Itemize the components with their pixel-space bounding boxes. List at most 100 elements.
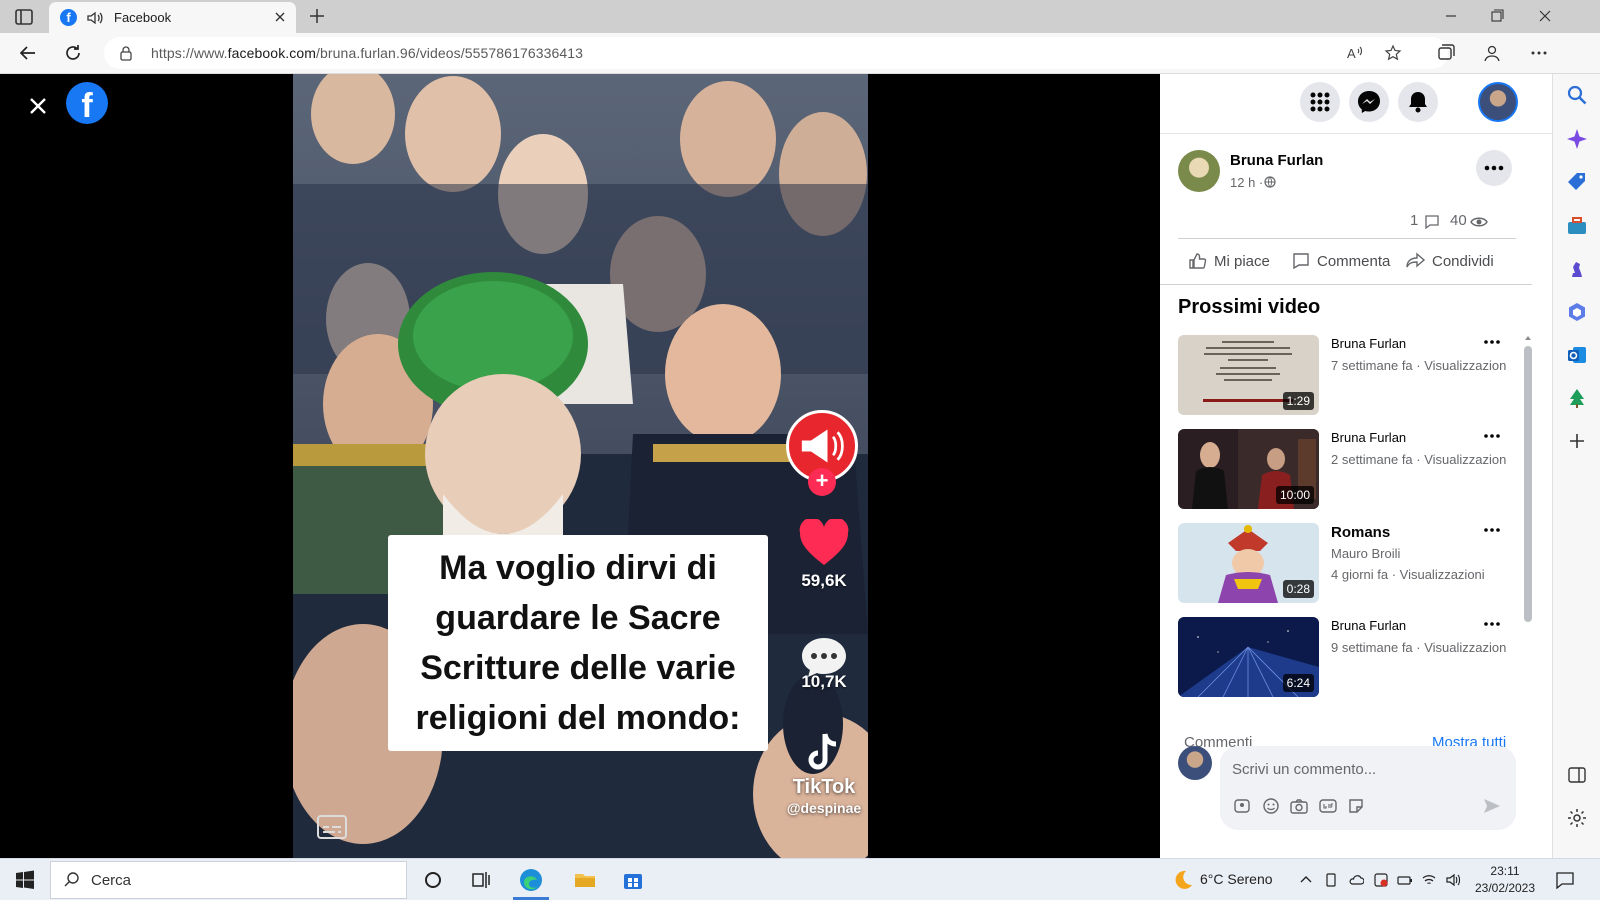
- store-icon[interactable]: [620, 867, 646, 893]
- outlook-icon[interactable]: [1566, 344, 1588, 366]
- video-thumbnail[interactable]: 1:29: [1178, 335, 1319, 415]
- video-thumbnail[interactable]: 0:28: [1178, 523, 1319, 603]
- restore-icon[interactable]: [1486, 6, 1508, 26]
- games-chess-icon[interactable]: [1566, 258, 1588, 280]
- facebook-logo-icon[interactable]: f: [66, 82, 108, 124]
- read-aloud-icon[interactable]: A: [1346, 44, 1364, 62]
- search-icon[interactable]: [1566, 84, 1588, 106]
- audio-playing-icon[interactable]: [86, 9, 104, 27]
- onedrive-cloud-icon[interactable]: [1348, 872, 1364, 888]
- copilot-sparkle-icon[interactable]: [1566, 128, 1588, 150]
- tray-device-icon[interactable]: [1323, 872, 1339, 888]
- send-icon[interactable]: [1482, 796, 1502, 816]
- taskbar-clock[interactable]: 23:11 23/02/2023: [1470, 863, 1540, 897]
- browser-tab-facebook[interactable]: f Facebook: [49, 2, 296, 33]
- tab-actions-icon[interactable]: [14, 7, 34, 27]
- poster-name[interactable]: Bruna Furlan: [1230, 152, 1323, 169]
- volume-icon[interactable]: [1445, 872, 1461, 888]
- wifi-icon[interactable]: [1421, 872, 1437, 888]
- notifications-button[interactable]: [1398, 82, 1438, 122]
- gif-icon[interactable]: [1318, 796, 1338, 816]
- taskbar-search[interactable]: Cerca: [50, 861, 407, 899]
- comment-count[interactable]: 1: [1410, 212, 1418, 229]
- tree-icon[interactable]: [1566, 387, 1588, 409]
- video-title[interactable]: Bruna Furlan: [1331, 618, 1406, 633]
- cortana-circle-icon[interactable]: [420, 867, 446, 893]
- share-label: Condividi: [1432, 252, 1494, 270]
- like-button[interactable]: Mi piace: [1188, 244, 1270, 278]
- public-globe-icon: [1264, 176, 1276, 188]
- battery-icon[interactable]: [1397, 872, 1413, 888]
- video-meta: 2 settimane fa · Visualizzazioni: [1331, 452, 1507, 467]
- file-explorer-icon[interactable]: [572, 867, 598, 893]
- comment-icon: [1293, 253, 1309, 270]
- post-timestamp[interactable]: 12 h ·: [1230, 175, 1263, 190]
- video-duration: 1:29: [1282, 392, 1314, 410]
- close-viewer-icon[interactable]: [24, 92, 52, 120]
- split-screen-icon[interactable]: [1566, 764, 1588, 786]
- tiktok-follow-plus-icon[interactable]: +: [808, 468, 836, 496]
- post-options-button[interactable]: [1476, 150, 1512, 186]
- tray-chevron-up-icon[interactable]: [1298, 872, 1314, 888]
- profile-icon[interactable]: [1481, 42, 1503, 64]
- video-options-icon[interactable]: [1481, 429, 1503, 443]
- weather-moon-icon[interactable]: [1172, 869, 1194, 891]
- camera-icon[interactable]: [1289, 796, 1309, 816]
- minimize-icon[interactable]: [1440, 6, 1462, 26]
- account-avatar[interactable]: [1478, 82, 1518, 122]
- menu-grid-button[interactable]: [1300, 82, 1340, 122]
- favorite-star-icon[interactable]: [1384, 44, 1402, 62]
- collections-icon[interactable]: [1434, 42, 1456, 64]
- share-button[interactable]: Condividi: [1406, 244, 1494, 278]
- video-thumbnail[interactable]: 6:24: [1178, 617, 1319, 697]
- avatar-sticker-icon[interactable]: [1232, 796, 1252, 816]
- tab-title: Facebook: [114, 10, 172, 25]
- weather-text[interactable]: 6°C Sereno: [1200, 871, 1273, 887]
- poster-avatar[interactable]: [1178, 150, 1220, 192]
- tools-briefcase-icon[interactable]: [1566, 215, 1588, 237]
- next-video-item[interactable]: 10:00 Bruna Furlan 2 settimane fa · Visu…: [1178, 429, 1516, 509]
- next-video-item[interactable]: 0:28 Romans Mauro Broili 4 giorni fa · V…: [1178, 523, 1516, 603]
- next-video-item[interactable]: 1:29 Bruna Furlan 7 settimane fa · Visua…: [1178, 335, 1516, 415]
- video-title[interactable]: Bruna Furlan: [1331, 430, 1406, 445]
- svg-text:A: A: [1347, 46, 1356, 61]
- add-icon[interactable]: [1566, 430, 1588, 452]
- comment-button[interactable]: Commenta: [1291, 244, 1390, 278]
- next-videos-list: 1:29 Bruna Furlan 7 settimane fa · Visua…: [1178, 334, 1516, 714]
- video-options-icon[interactable]: [1481, 617, 1503, 631]
- windows-start-icon[interactable]: [15, 870, 35, 890]
- shopping-tag-icon[interactable]: [1566, 171, 1588, 193]
- scrollbar-thumb[interactable]: [1524, 346, 1532, 622]
- video-author[interactable]: Mauro Broili: [1331, 546, 1507, 561]
- messenger-button[interactable]: [1349, 82, 1389, 122]
- task-view-icon[interactable]: [468, 867, 494, 893]
- video-thumbnail[interactable]: 10:00: [1178, 429, 1319, 509]
- address-bar[interactable]: https://www.facebook.com/bruna.furlan.96…: [104, 37, 1448, 69]
- commenter-avatar[interactable]: [1178, 746, 1212, 780]
- close-tab-icon[interactable]: [271, 8, 289, 26]
- settings-more-icon[interactable]: [1528, 42, 1550, 64]
- new-tab-icon[interactable]: [307, 6, 327, 26]
- video-options-icon[interactable]: [1481, 523, 1503, 537]
- close-window-icon[interactable]: [1534, 6, 1556, 26]
- notification-center-icon[interactable]: [1555, 871, 1575, 889]
- security-alert-icon[interactable]: [1373, 872, 1389, 888]
- subtitles-icon[interactable]: [316, 814, 348, 840]
- video-title[interactable]: Bruna Furlan: [1331, 336, 1406, 351]
- office-icon[interactable]: [1566, 301, 1588, 323]
- heart-icon[interactable]: [798, 519, 850, 567]
- refresh-icon[interactable]: [62, 42, 84, 64]
- sticker-icon[interactable]: [1346, 796, 1366, 816]
- emoji-icon[interactable]: [1261, 796, 1281, 816]
- comment-input[interactable]: [1232, 756, 1502, 782]
- url-text[interactable]: https://www.facebook.com/bruna.furlan.96…: [151, 45, 583, 61]
- video-player[interactable]: Ma voglio dirvi di guardare le Sacre Scr…: [293, 74, 868, 858]
- back-icon[interactable]: [17, 42, 39, 64]
- settings-gear-icon[interactable]: [1566, 807, 1588, 829]
- video-options-icon[interactable]: [1481, 335, 1503, 349]
- lock-icon[interactable]: [118, 45, 134, 61]
- video-title[interactable]: Romans: [1331, 524, 1390, 541]
- next-video-item[interactable]: 6:24 Bruna Furlan 9 settimane fa · Visua…: [1178, 617, 1516, 697]
- comment-composer[interactable]: [1220, 746, 1516, 830]
- edge-browser-icon[interactable]: [518, 867, 544, 893]
